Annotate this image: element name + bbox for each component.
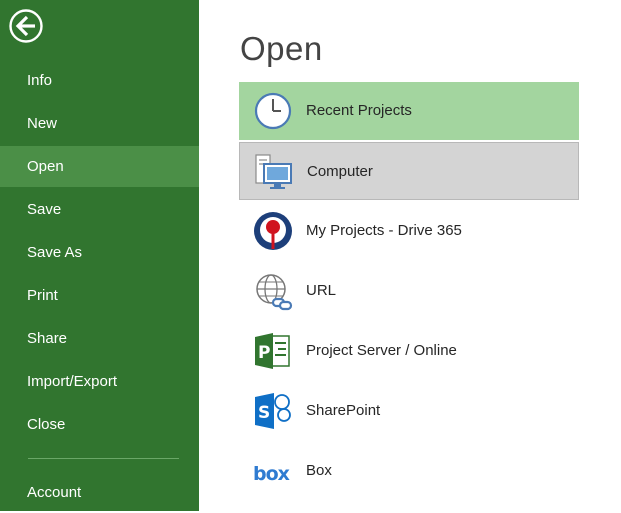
location-project-server[interactable]: P Project Server / Online (239, 322, 579, 380)
back-button[interactable] (8, 8, 44, 44)
nav-open[interactable]: Open (0, 146, 199, 187)
url-globe-icon (256, 274, 293, 311)
sharepoint-icon: S (255, 393, 291, 429)
svg-text:box: box (253, 463, 290, 485)
location-label: Project Server / Online (306, 342, 457, 359)
nav-save-as[interactable]: Save As (0, 232, 199, 273)
svg-text:S: S (258, 403, 270, 423)
location-computer[interactable]: Computer (239, 142, 579, 200)
clock-icon (254, 92, 292, 130)
nav-print[interactable]: Print (0, 275, 199, 316)
nav-save[interactable]: Save (0, 189, 199, 230)
location-sharepoint[interactable]: S SharePoint (239, 382, 579, 440)
location-drive-365[interactable]: My Projects - Drive 365 (239, 202, 579, 260)
nav-share[interactable]: Share (0, 318, 199, 359)
location-label: URL (306, 282, 337, 299)
page-title: Open (240, 30, 323, 67)
location-label: My Projects - Drive 365 (306, 222, 462, 239)
project-server-icon: P (255, 333, 290, 369)
backstage-sidebar: Info New Open Save Save As Print Share I… (0, 0, 199, 511)
box-icon: box (253, 463, 291, 485)
nav-info[interactable]: Info (0, 60, 199, 101)
location-url[interactable]: URL (239, 262, 579, 320)
computer-icon (255, 154, 292, 189)
nav-import-export[interactable]: Import/Export (0, 361, 199, 402)
location-label: Box (306, 462, 332, 479)
location-recent-projects[interactable]: Recent Projects (239, 82, 579, 140)
sidebar-divider (28, 458, 179, 459)
location-label: SharePoint (306, 402, 381, 419)
back-arrow-icon (9, 9, 43, 43)
nav-close[interactable]: Close (0, 404, 199, 445)
location-label: Computer (307, 163, 373, 180)
svg-text:P: P (258, 343, 270, 363)
nav-new[interactable]: New (0, 103, 199, 144)
location-label: Recent Projects (306, 102, 412, 119)
nav-account[interactable]: Account (0, 472, 199, 513)
location-box[interactable]: box Box (239, 442, 579, 500)
drive-365-icon (254, 212, 292, 250)
